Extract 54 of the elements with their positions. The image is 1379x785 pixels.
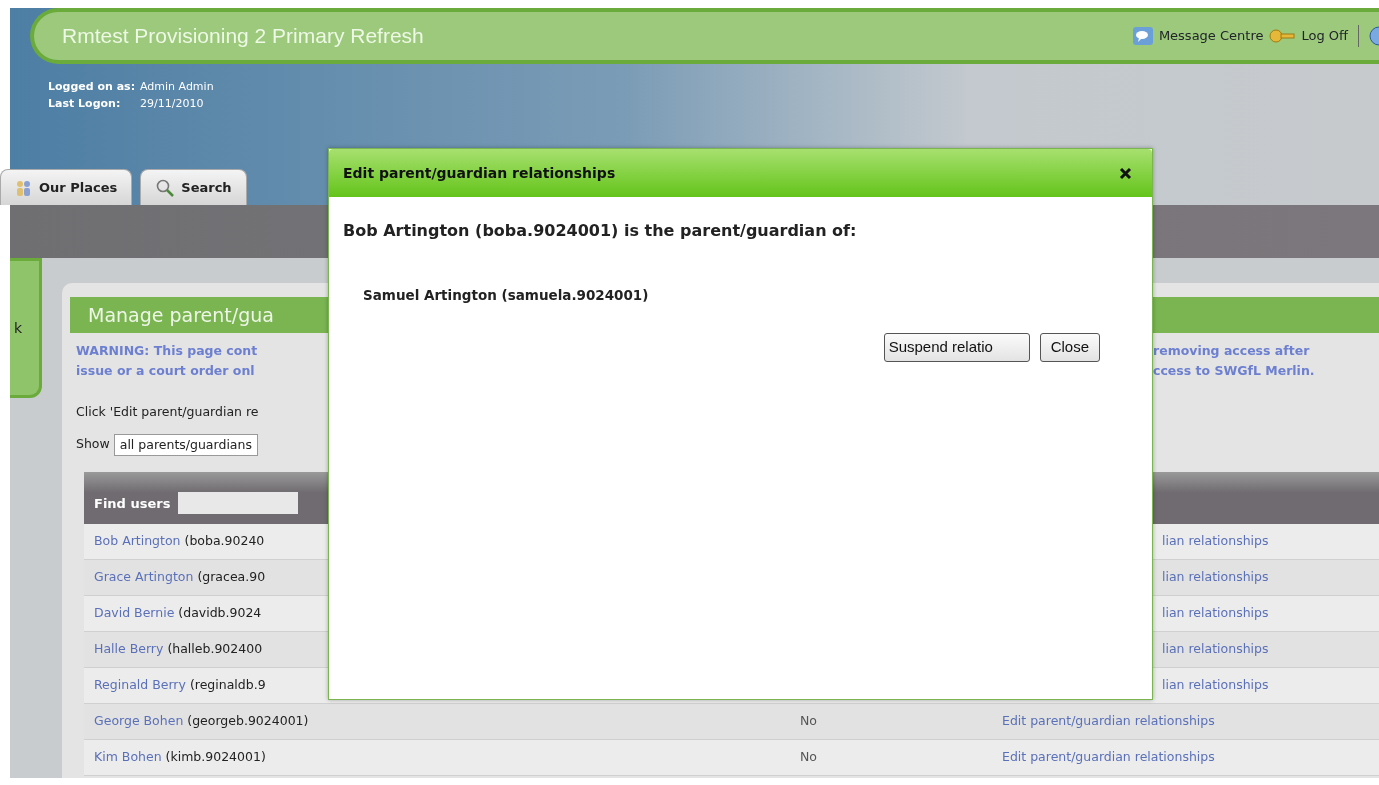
header-link[interactable]: Log Off <box>1301 26 1348 46</box>
user-link[interactable]: Bob Artington <box>94 532 181 548</box>
show-label: Show <box>76 435 110 454</box>
warning-text: issue or a court order onl <box>76 362 256 380</box>
instruction-text: Click 'Edit parent/guardian re <box>76 404 259 419</box>
logon-label: Last Logon: <box>48 96 122 112</box>
edit-link[interactable]: lian relationships <box>1162 675 1269 695</box>
user-link[interactable]: David Bernie <box>94 604 175 620</box>
user-link[interactable]: Halle Berry <box>94 640 164 656</box>
people-icon <box>15 179 33 196</box>
logon-value: 29/11/2010 <box>140 96 204 112</box>
user-link[interactable]: Grace Artington <box>94 568 194 584</box>
warning-text: removing access after <box>1153 342 1311 360</box>
edit-link[interactable]: lian relationships <box>1162 639 1269 659</box>
dialog-heading: Bob Artington (boba.9024001) is the parent/guardian of: <box>343 220 858 242</box>
chat-icon <box>1132 27 1153 45</box>
username-text: (georgeb.9024001) <box>187 712 309 728</box>
nav-tab[interactable]: Search <box>140 169 247 205</box>
username-text: (kimb.9024001) <box>165 748 266 764</box>
search-field[interactable] <box>178 491 299 514</box>
find-users-label: Find users <box>94 494 171 513</box>
username-text: (boba.90240 <box>184 532 265 548</box>
username-text: (reginaldb.9 <box>189 676 266 692</box>
user-link[interactable]: Reginald Berry <box>94 676 186 692</box>
globe-icon <box>1369 26 1379 46</box>
logon-label: Logged on as: <box>48 79 137 95</box>
edit-link[interactable]: Edit parent/guardian relationships <box>1002 748 1215 764</box>
key-icon <box>1269 29 1296 43</box>
child-name: Samuel Artington (samuela.9024001) <box>362 286 650 305</box>
edit-link[interactable]: lian relationships <box>1162 567 1269 587</box>
warning-text: WARNING: This page cont <box>76 342 259 360</box>
username-text: (davidb.9024 <box>178 604 262 620</box>
side-tab[interactable]: k <box>10 258 42 398</box>
dialog-title: Edit parent/guardian relationships <box>343 163 616 183</box>
header-link[interactable]: Message Centre <box>1158 26 1264 46</box>
suspend-button[interactable]: Suspend relatio <box>883 333 1030 362</box>
filter-dropdown[interactable]: all parents/guardians <box>113 433 258 456</box>
close-button[interactable] <box>1119 166 1132 180</box>
close-dialog-button[interactable]: Close <box>1039 333 1100 362</box>
edit-link[interactable]: Edit parent/guardian relationships <box>1002 712 1215 728</box>
site-title: Rmtest Provisioning 2 Primary Refresh <box>62 23 424 50</box>
search-icon <box>155 177 176 198</box>
nav-tab[interactable]: Our Places <box>0 169 133 205</box>
user-link[interactable]: George Bohen <box>94 712 184 728</box>
table-cell-text: No <box>799 747 818 766</box>
warning-text: ccess to SWGfL Merlin. <box>1153 362 1316 380</box>
user-link[interactable]: Kim Bohen <box>94 748 162 764</box>
logon-value: Admin Admin <box>140 79 214 95</box>
username-text: (halleb.902400 <box>167 640 263 656</box>
table-cell-text: No <box>799 711 818 730</box>
username-text: (gracea.90 <box>197 568 266 584</box>
edit-link[interactable]: lian relationships <box>1162 603 1269 623</box>
panel-title: Manage parent/gua <box>70 297 328 333</box>
edit-link[interactable]: lian relationships <box>1162 531 1269 551</box>
